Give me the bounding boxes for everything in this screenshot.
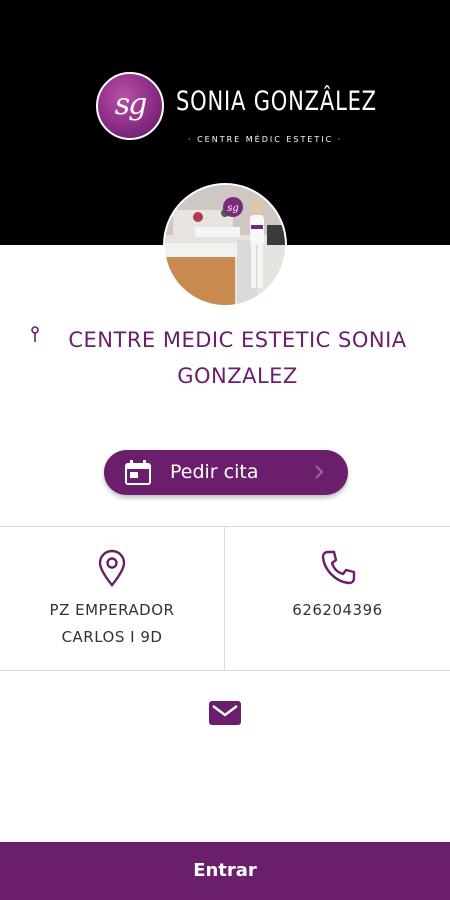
phone-icon — [321, 550, 356, 585]
address-text: PZ EMPERADOR CARLOS I 9D — [49, 601, 175, 646]
phone-text: 626204396 — [292, 601, 383, 619]
book-appointment-label: Pedir cita — [170, 461, 259, 483]
logo-monogram-text: sg — [114, 87, 148, 122]
email-icon[interactable] — [208, 700, 242, 726]
logo-monogram: sg — [96, 72, 164, 140]
book-appointment-button[interactable]: Pedir cita — [104, 450, 348, 495]
phone-cell[interactable]: 626204396 — [225, 527, 450, 671]
chevron-right-icon — [315, 465, 324, 479]
business-photo-illustration: sg — [165, 185, 285, 305]
calendar-icon — [125, 460, 151, 485]
key-pin-icon — [31, 326, 39, 342]
map-pin-icon — [98, 549, 126, 587]
brand-tagline: · CENTRE MÉDIC ESTETIC · — [188, 135, 343, 144]
contact-info-grid: PZ EMPERADOR CARLOS I 9D 626204396 — [0, 526, 450, 671]
business-photo: sg — [163, 183, 287, 307]
brand-logo: sg SONIA GONZÂLEZ · CENTRE MÉDIC ESTETIC… — [96, 72, 376, 152]
svg-text:sg: sg — [227, 203, 239, 214]
enter-button[interactable]: Entrar — [0, 842, 450, 900]
brand-name: SONIA GONZÂLEZ — [176, 86, 377, 117]
address-cell[interactable]: PZ EMPERADOR CARLOS I 9D — [0, 527, 224, 671]
business-title: CENTRE MEDIC ESTETIC SONIA GONZALEZ — [68, 328, 407, 388]
